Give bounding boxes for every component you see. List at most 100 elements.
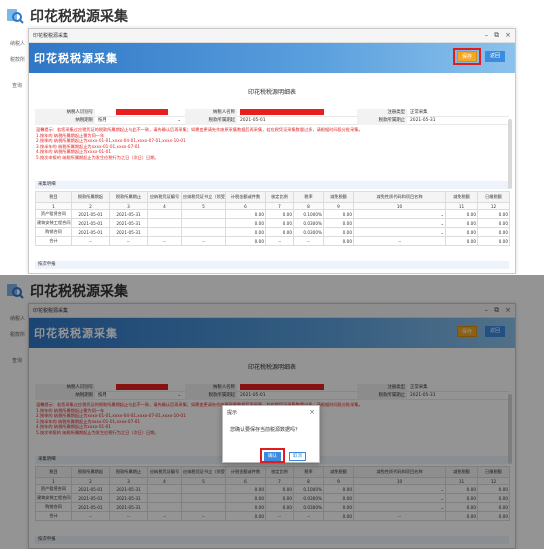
period-end-field[interactable]: 2021-05-31 (407, 117, 507, 125)
column-number: 12 (477, 202, 510, 210)
window-titlebar: 印花税税源采集 – ⧉ × (29, 29, 515, 43)
column-number: 10 (353, 202, 446, 210)
cancel-button[interactable]: 取消 (289, 452, 306, 461)
ratio-cell[interactable]: 0.00 (265, 209, 294, 219)
column-header: 税率 (293, 191, 324, 203)
taxpayer-id-label: 纳税人识别号 (35, 108, 95, 117)
total-relief: 0.00 (323, 236, 354, 246)
column-header: 减免税额 (323, 191, 354, 203)
note-line: 5.按次申报的 纳税所属期起止为发生应税行为之日（次日）日期。 (36, 154, 159, 160)
total-dash: -- (147, 236, 182, 246)
period-start-field[interactable]: 2021-05-01 (237, 117, 357, 125)
relief-amount-cell: 0.00 (445, 209, 478, 219)
voucher-date-cell[interactable] (181, 218, 226, 228)
end-date-cell[interactable]: 2021-05-31 (109, 209, 148, 219)
period-end-label: 税款所属期止 (357, 116, 407, 125)
column-header: 核定比例 (265, 191, 294, 203)
period-start-label: 税款所属期起 (185, 116, 237, 125)
relief-amount-cell: 0.00 (445, 218, 478, 228)
column-number: 11 (445, 202, 478, 210)
column-number: 8 (293, 202, 324, 210)
chevron-down-icon: ⌄ (440, 229, 444, 235)
rate-cell: 0.0300% (293, 227, 324, 237)
column-number: 3 (109, 202, 148, 210)
confirm-button-highlight (260, 448, 285, 463)
column-header: 应纳税凭证书立（领受）日期 (181, 191, 226, 203)
end-date-cell[interactable]: 2021-05-31 (109, 218, 148, 228)
voucher-date-cell[interactable] (181, 227, 226, 237)
info-row-2: 纳税期限 按月 ⌄ 税款所属期起 2021-05-01 税款所属期止 2021-0… (35, 116, 509, 125)
minimize-icon[interactable]: – (485, 31, 489, 40)
bg-label-taxpayer: 纳税人 (10, 41, 26, 47)
column-header: 税目 (35, 191, 72, 203)
total-dash: -- (353, 236, 446, 246)
form-title: 印花税税源明细表 (247, 89, 296, 96)
table-row: 建筑安装工程合同 2021-05-01 2021-05-31 0.00 0.00… (35, 218, 510, 228)
amount-cell[interactable]: 0.00 (225, 218, 266, 228)
back-button[interactable]: 返回 (485, 51, 505, 62)
taxpayer-info: 纳税人识别号 纳税人名称 注册类型 正常采集 纳税期限 按月 ⌄ 税款所属期起 2… (35, 108, 509, 125)
maximize-icon[interactable]: ⧉ (494, 31, 499, 40)
window-banner: 印花税税源采集 保存 返回 (29, 43, 515, 73)
tax-item-cell: 购销合同 (35, 227, 72, 237)
column-header: 减免性质代码和项目名称 (353, 191, 446, 203)
paid-cell: 0.00 (477, 227, 510, 237)
tax-source-form: 印花税税源明细表 纳税人识别号 纳税人名称 注册类型 正常采集 纳税期限 按月 ⌄… (33, 75, 511, 273)
ratio-cell[interactable]: 0.00 (265, 227, 294, 237)
amount-cell[interactable]: 0.00 (225, 227, 266, 237)
period-type-select[interactable]: 按月 ⌄ (95, 117, 185, 125)
chevron-down-icon: ⌄ (177, 117, 181, 123)
column-number-row: 1 2 3 4 5 6 7 8 9 10 11 12 (35, 202, 510, 210)
end-date-cell[interactable]: 2021-05-31 (109, 227, 148, 237)
relief-code-select[interactable]: ⌄ (353, 209, 446, 219)
column-number: 2 (71, 202, 110, 210)
ratio-cell[interactable]: 0.00 (265, 218, 294, 228)
notes-block: 温馨提示：若您采集过应税凭证的税款所属期起止与此不一致，请先确认后再采集；如需变… (36, 127, 506, 161)
column-header: 税款所属期起 (71, 191, 110, 203)
window-controls: – ⧉ × (485, 31, 511, 40)
voucher-number-cell[interactable] (147, 209, 182, 219)
window-tab-title: 印花税税源采集 (33, 33, 69, 39)
screenshot-panel-confirm: 印花税税源采集 纳税人 税款所 查询 印花税税源采集 – ⧉ × 印花税税源采集… (0, 275, 544, 549)
start-date-cell[interactable]: 2021-05-01 (71, 209, 110, 219)
redacted-block (240, 108, 324, 115)
app-header: 印花税税源采集 (6, 5, 128, 27)
column-header: 减免税额 (445, 191, 478, 203)
relief-code-select[interactable]: ⌄ (353, 218, 446, 228)
total-label: 合计 (35, 236, 72, 246)
start-date-cell[interactable]: 2021-05-01 (71, 227, 110, 237)
reg-type-value: 正常采集 (410, 109, 428, 115)
collection-window: 印花税税源采集 – ⧉ × 印花税税源采集 保存 返回 印花税税源明细表 纳税人… (28, 28, 516, 274)
column-number: 5 (181, 202, 226, 210)
column-header: 税款所属期止 (109, 191, 148, 203)
relief-code-select[interactable]: ⌄ (353, 227, 446, 237)
start-date-cell[interactable]: 2021-05-01 (71, 218, 110, 228)
voucher-date-cell[interactable] (181, 209, 226, 219)
relief-cell: 0.00 (323, 209, 354, 219)
dialog-title: 提示 (227, 409, 238, 416)
column-number: 1 (35, 202, 72, 210)
screenshot-panel-before: 印花税税源采集 纳税人 税款所 查询 印花税税源采集 – ⧉ × 印花税税源采集… (0, 0, 544, 274)
voucher-number-cell[interactable] (147, 218, 182, 228)
vertical-scrollbar[interactable] (508, 119, 512, 189)
reg-type-label: 注册类型 (357, 108, 407, 117)
close-icon[interactable]: × (505, 31, 511, 40)
section-header-2: 按次申报 (35, 261, 509, 269)
voucher-number-cell[interactable] (147, 227, 182, 237)
total-dash: -- (181, 236, 226, 246)
amount-cell[interactable]: 0.00 (225, 209, 266, 219)
taxpayer-id-value (95, 108, 185, 117)
close-icon[interactable]: × (309, 408, 315, 416)
rate-cell: 0.1000% (293, 209, 324, 219)
taxpayer-name-label: 纳税人名称 (185, 108, 237, 117)
table-header-row: 税目 税款所属期起 税款所属期止 应纳税凭证编号 应纳税凭证书立（领受）日期 计… (35, 191, 510, 203)
taxpayer-name-value (237, 108, 357, 117)
column-number: 6 (225, 202, 266, 210)
chevron-down-icon: ⌄ (440, 220, 444, 226)
total-paid: 0.00 (477, 236, 510, 246)
relief-cell: 0.00 (323, 227, 354, 237)
column-header: 计税金额或件数 (225, 191, 266, 203)
period-type-value: 按月 (98, 117, 107, 123)
dialog-message: 您确认要保存当前税源数据吗？ (230, 427, 301, 433)
chevron-down-icon: ⌄ (440, 211, 444, 217)
